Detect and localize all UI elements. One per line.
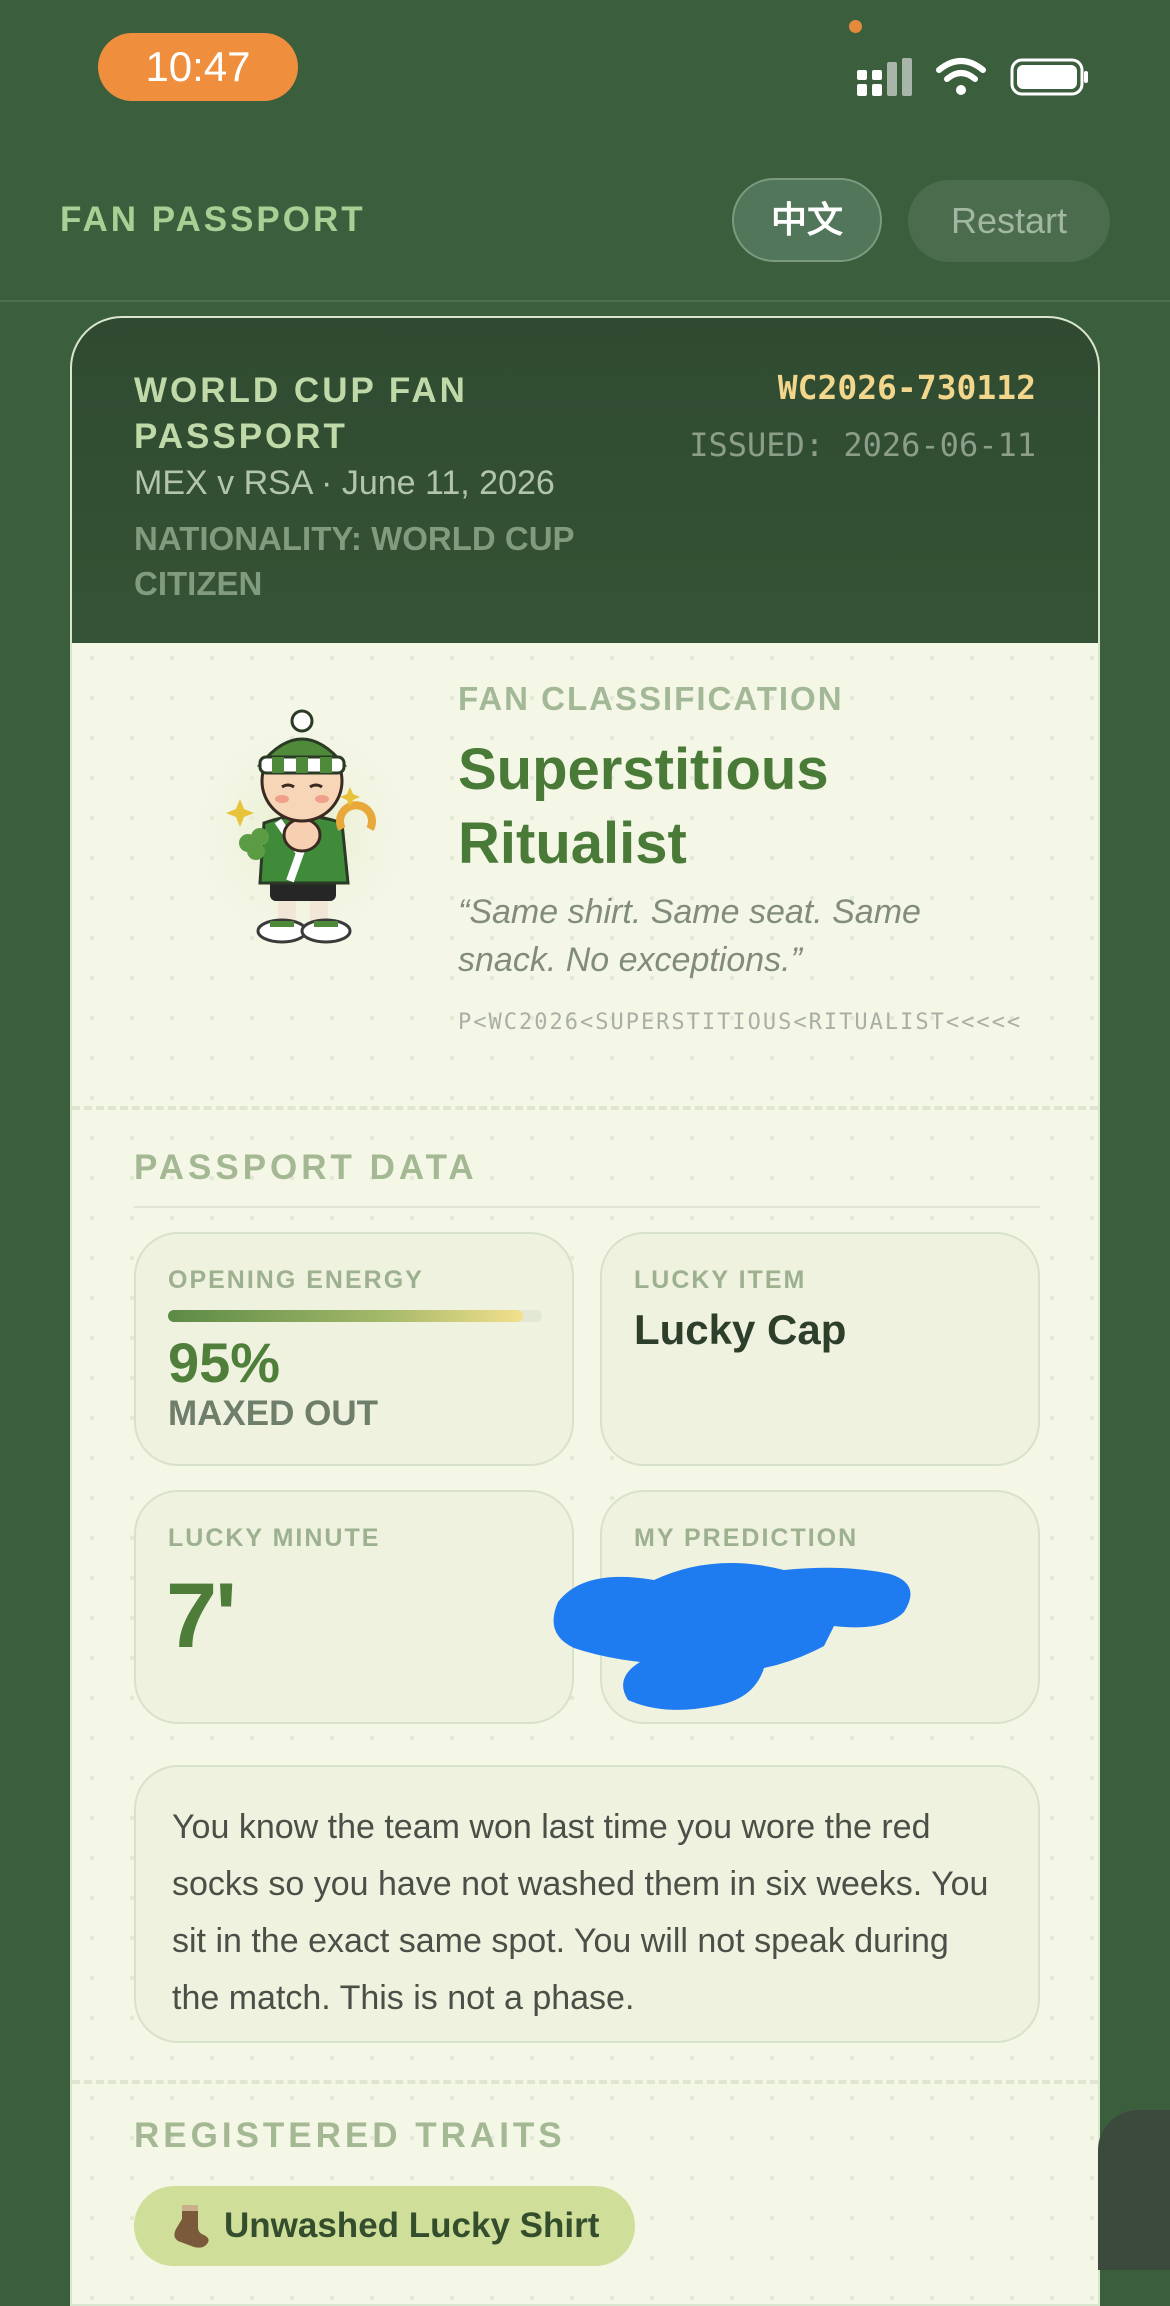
match-info: MEX v RSA · June 11, 2026 <box>134 464 555 502</box>
section-rule <box>134 1206 1040 1208</box>
lucky-minute-value: 7' <box>166 1565 237 1667</box>
status-bar: 10:47 <box>0 0 1170 130</box>
classification-label: FAN CLASSIFICATION <box>458 680 844 717</box>
registered-traits-title: REGISTERED TRAITS <box>134 2116 566 2155</box>
sock-icon <box>174 2205 209 2248</box>
language-toggle-button[interactable]: 中文 <box>732 178 882 262</box>
fan-avatar-illustration <box>184 709 420 951</box>
camera-indicator-dot <box>849 20 862 33</box>
floating-corner-widget[interactable] <box>1098 2110 1170 2270</box>
opening-energy-label: OPENING ENERGY <box>168 1266 424 1294</box>
lucky-minute-label: LUCKY MINUTE <box>168 1524 381 1552</box>
passport-card: WORLD CUP FAN PASSPORT MEX v RSA · June … <box>70 316 1100 2306</box>
opening-energy-value: 95% <box>168 1331 281 1394</box>
opening-energy-bar-fill <box>168 1310 524 1322</box>
opening-energy-card: OPENING ENERGY 95% MAXED OUT <box>134 1232 574 1466</box>
opening-energy-status: MAXED OUT <box>168 1394 378 1433</box>
redaction-scribble <box>553 1562 911 1710</box>
passport-data-title: PASSPORT DATA <box>134 1148 478 1187</box>
nationality: NATIONALITY: WORLD CUP CITIZEN <box>134 520 574 602</box>
trait-label: Unwashed Lucky Shirt <box>224 2206 600 2245</box>
fan-motto: “Same shirt. Same seat. Same snack. No e… <box>458 893 921 979</box>
status-time: 10:47 <box>98 33 298 101</box>
issue-date: ISSUED: 2026-06-11 <box>689 426 1036 464</box>
machine-readable-zone: P<WC2026<SUPERSTITIOUS<RITUALIST<<<<< <box>458 1010 1023 1035</box>
passport-title: WORLD CUP FAN PASSPORT <box>134 371 468 456</box>
restart-button[interactable]: Restart <box>908 180 1110 262</box>
signal-icon <box>857 58 912 96</box>
section-divider <box>72 1106 1098 1110</box>
prediction-label: MY PREDICTION <box>634 1524 859 1552</box>
passport-number: WC2026-730112 <box>777 368 1036 407</box>
app-header: FAN PASSPORT 中文 Restart <box>0 130 1170 302</box>
brand-title: FAN PASSPORT <box>60 200 366 239</box>
lucky-item-card: LUCKY ITEM Lucky Cap <box>600 1232 1040 1466</box>
passport-header: WORLD CUP FAN PASSPORT MEX v RSA · June … <box>72 318 1098 643</box>
fan-description: You know the team won last time you wore… <box>134 1765 1040 2043</box>
opening-energy-bar <box>168 1310 542 1322</box>
lucky-minute-card: LUCKY MINUTE 7' <box>134 1490 574 1724</box>
trait-chip: Unwashed Lucky Shirt <box>134 2186 636 2266</box>
lucky-item-label: LUCKY ITEM <box>634 1266 807 1294</box>
lucky-item-value: Lucky Cap <box>634 1306 847 1353</box>
wifi-icon <box>936 58 986 95</box>
battery-icon <box>1010 58 1088 96</box>
section-divider <box>72 2080 1098 2084</box>
fan-classification: Superstitious Ritualist <box>458 737 829 876</box>
